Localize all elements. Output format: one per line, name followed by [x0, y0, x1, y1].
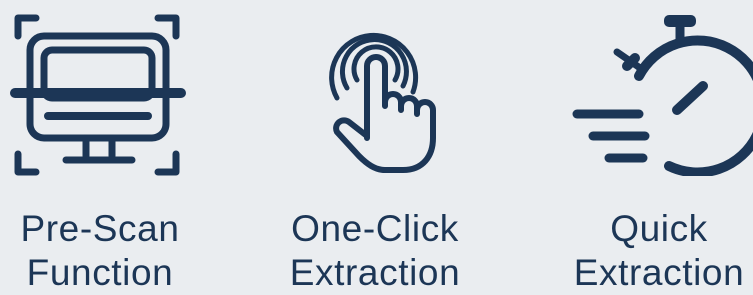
feature-pre-scan: Pre-Scan Function: [0, 0, 200, 293]
feature-label-line1: Pre-Scan: [20, 208, 180, 249]
feature-label-line2: Function: [26, 252, 174, 293]
feature-label-line1: One-Click: [291, 208, 459, 249]
feature-label: Quick Extraction: [565, 207, 753, 295]
feature-label: One-Click Extraction: [275, 207, 475, 295]
feature-label-line2: Extraction: [573, 252, 745, 293]
feature-quick-extraction: Quick Extraction: [565, 0, 753, 293]
feature-label: Pre-Scan Function: [0, 207, 200, 295]
feature-label-line2: Extraction: [289, 252, 461, 293]
monitor-scan-icon: [0, 10, 200, 176]
finger-tap-icon: [275, 10, 475, 176]
feature-one-click: One-Click Extraction: [275, 0, 475, 293]
feature-label-line1: Quick: [610, 208, 708, 249]
fast-stopwatch-icon: [565, 10, 753, 176]
